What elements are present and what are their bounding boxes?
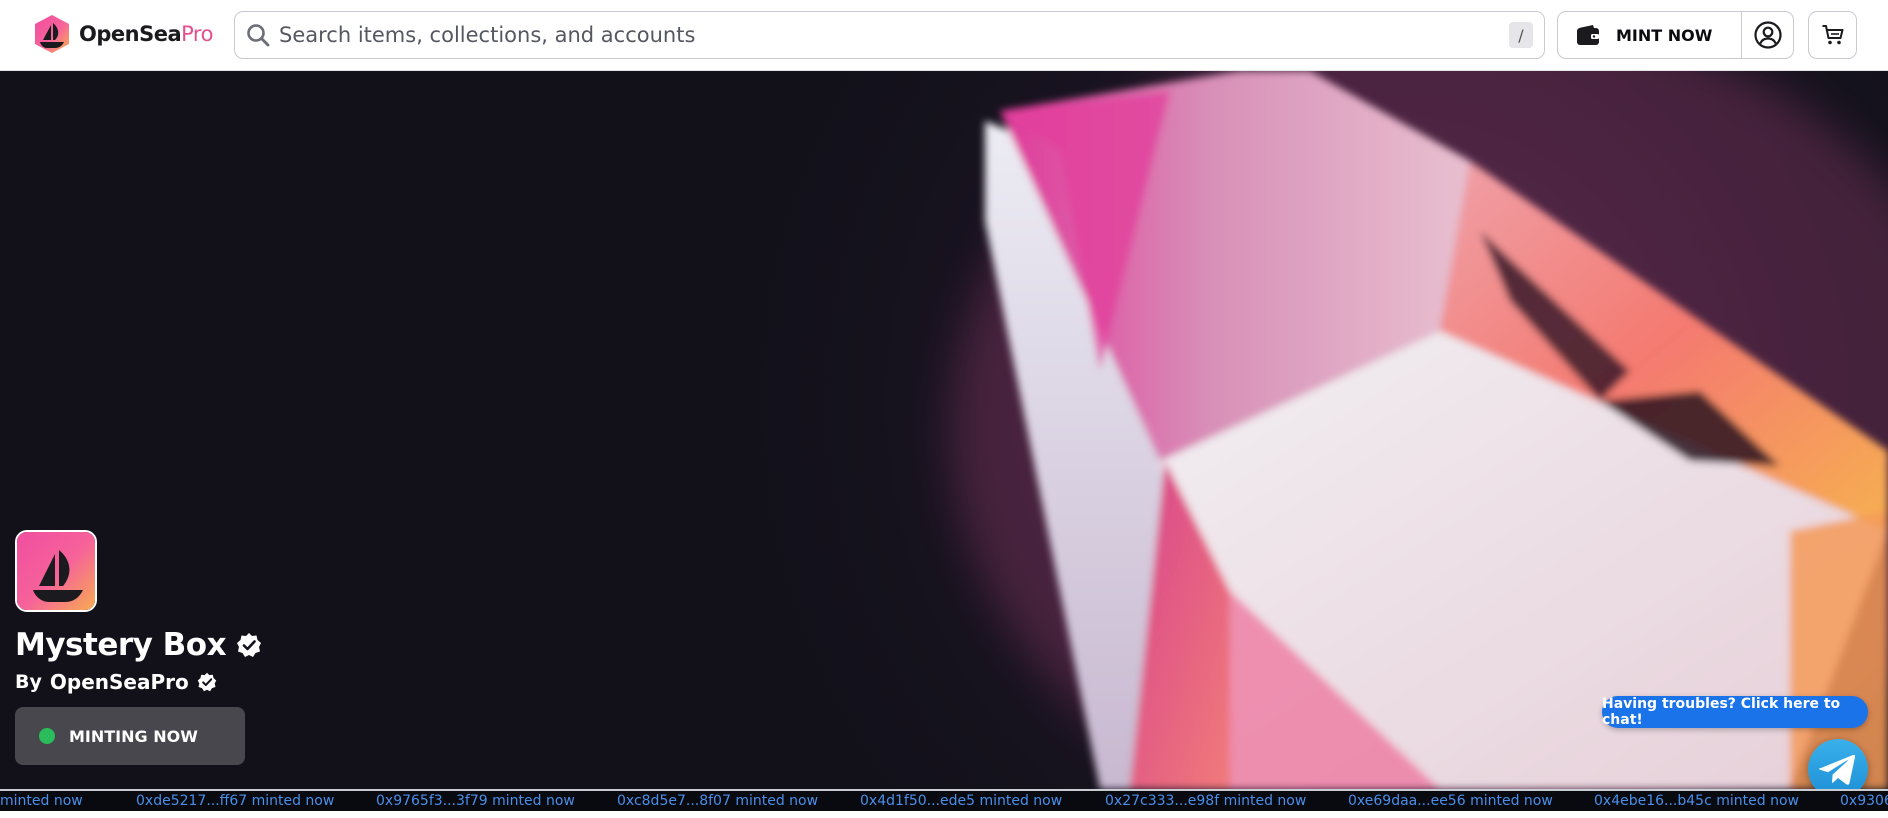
ticker-item: minted now (0, 793, 83, 809)
account-circle-icon (1753, 21, 1782, 49)
wallet-icon (1577, 25, 1599, 45)
ticker-item: 0x9306 (1840, 793, 1888, 809)
account-button[interactable] (1742, 12, 1793, 58)
ticker-item: 0xc8d5e7...8f07 minted now (617, 793, 819, 809)
collection-hero-banner: Mystery Box By OpenSeaPro MINTING NOW Ha… (0, 71, 1888, 789)
ticker-item: 0xde5217...ff67 minted now (136, 793, 335, 809)
mint-now-label: MINT NOW (1616, 25, 1713, 45)
collection-creator: By OpenSeaPro (15, 670, 217, 694)
search-icon (247, 24, 270, 47)
ticker-item: 0x9765f3...3f79 minted now (376, 793, 575, 809)
search-input[interactable] (279, 12, 1509, 58)
verified-badge-icon (237, 633, 262, 657)
mint-account-group: MINT NOW (1557, 11, 1794, 59)
collection-title-text: Mystery Box (15, 627, 227, 663)
logo-brand-text: OpenSea (79, 22, 182, 46)
mint-now-button[interactable]: MINT NOW (1558, 12, 1742, 58)
search-shortcut-key: / (1509, 22, 1533, 48)
cart-icon (1822, 25, 1843, 45)
ticker-item: 0x4ebe16...b45c minted now (1594, 793, 1799, 809)
minting-now-status[interactable]: MINTING NOW (15, 707, 245, 765)
ticker-item: 0xe69daa...ee56 minted now (1348, 793, 1553, 809)
logo-pro-text: Pro (181, 22, 213, 46)
ticker-item: 0x27c333...e98f minted now (1105, 793, 1307, 809)
mystery-box-gem-artwork (0, 71, 1888, 789)
verified-badge-icon (197, 672, 216, 692)
search-bar[interactable]: / (234, 11, 1545, 59)
opensea-pro-logo[interactable]: OpenSeaPro (31, 14, 213, 54)
status-dot-icon (39, 728, 55, 744)
page-bottom-edge (0, 811, 1888, 818)
creator-prefix: By (15, 671, 42, 693)
opensea-pro-logo-icon (35, 15, 69, 53)
ticker-item: 0x4d1f50...ede5 minted now (860, 793, 1063, 809)
recent-mints-ticker: minted now 0xde5217...ff67 minted now 0x… (0, 789, 1888, 811)
top-navigation-bar: OpenSeaPro / MINT NOW (0, 0, 1888, 71)
collection-avatar[interactable] (15, 530, 97, 612)
cart-button[interactable] (1808, 11, 1857, 59)
minting-now-label: MINTING NOW (69, 726, 198, 746)
creator-link[interactable]: OpenSeaPro (50, 670, 189, 694)
opensea-ship-icon (17, 532, 95, 610)
support-chat-prompt[interactable]: Having troubles? Click here to chat! (1602, 696, 1868, 728)
collection-title: Mystery Box (15, 627, 262, 663)
